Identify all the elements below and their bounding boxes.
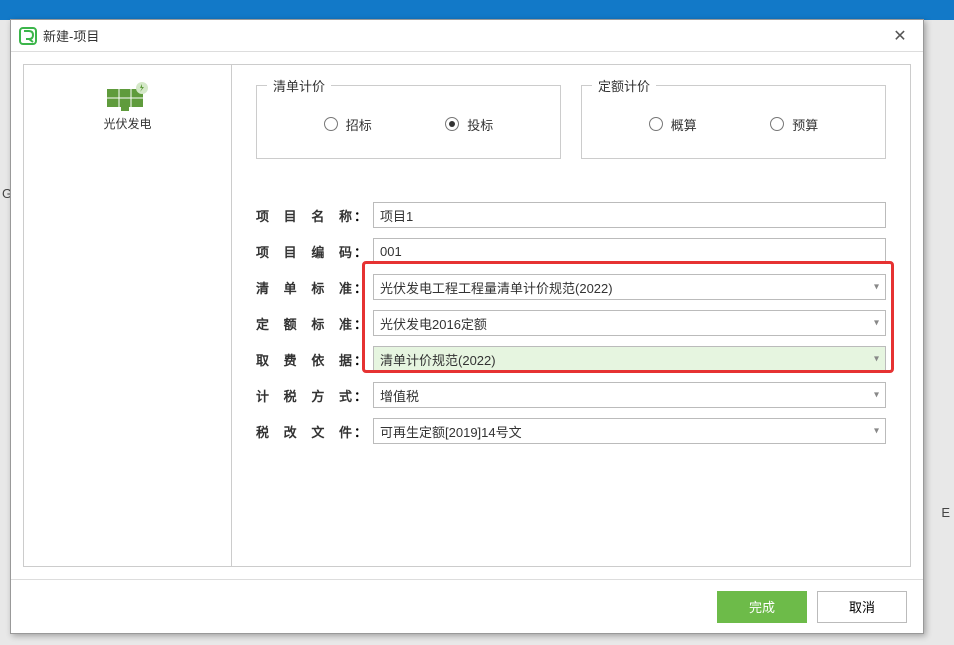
row-project-code: 项目编码： [256, 233, 886, 269]
radio-icon [445, 117, 459, 131]
project-type-sidebar: 光伏发电 [24, 65, 232, 566]
select-value: 光伏发电2016定额 [380, 314, 487, 333]
radio-budget[interactable]: 预算 [770, 115, 818, 134]
list-pricing-legend: 清单计价 [267, 76, 331, 95]
dialog-footer: 完成 取消 [11, 579, 923, 633]
close-icon: ✕ [893, 26, 906, 46]
select-value: 光伏发电工程工程量清单计价规范(2022) [380, 278, 613, 297]
form-fields: 项目名称： 项目编码： 清单标准： 光伏发电工程工程量清单计价规范(2022) … [256, 197, 886, 449]
radio-estimate[interactable]: 概算 [649, 115, 697, 134]
radio-label: 预算 [792, 115, 818, 134]
select-value: 可再生定额[2019]14号文 [380, 422, 522, 441]
chevron-down-icon: ▾ [874, 282, 879, 293]
radio-label: 概算 [671, 115, 697, 134]
label-fee-basis: 取费依据 [256, 350, 352, 369]
quota-pricing-fieldset: 定额计价 概算 预算 [581, 85, 886, 159]
radio-tender[interactable]: 招标 [324, 115, 372, 134]
titlebar: 新建-项目 ✕ [11, 20, 923, 52]
chevron-down-icon: ▾ [874, 390, 879, 401]
label-list-standard: 清单标准 [256, 278, 352, 297]
quota-pricing-legend: 定额计价 [592, 76, 656, 95]
input-project-name[interactable] [373, 202, 886, 228]
close-button[interactable]: ✕ [885, 24, 915, 48]
row-tax-document: 税改文件： 可再生定额[2019]14号文 ▾ [256, 413, 886, 449]
sidebar-item-photovoltaic[interactable]: 光伏发电 [88, 73, 168, 140]
cancel-button[interactable]: 取消 [817, 591, 907, 623]
label-tax-method: 计税方式 [256, 386, 352, 405]
chevron-down-icon: ▾ [874, 354, 879, 365]
radio-label: 招标 [346, 115, 372, 134]
chevron-down-icon: ▾ [874, 426, 879, 437]
label-project-code: 项目编码 [256, 242, 352, 261]
input-project-code[interactable] [373, 238, 886, 264]
pricing-fieldsets: 清单计价 招标 投标 定额计价 [256, 85, 886, 159]
chevron-down-icon: ▾ [874, 318, 879, 329]
bg-letter-e: E [941, 505, 950, 520]
list-pricing-fieldset: 清单计价 招标 投标 [256, 85, 561, 159]
new-project-dialog: 新建-项目 ✕ [10, 19, 924, 634]
row-list-standard: 清单标准： 光伏发电工程工程量清单计价规范(2022) ▾ [256, 269, 886, 305]
dialog-title: 新建-项目 [43, 26, 885, 45]
row-tax-method: 计税方式： 增值税 ▾ [256, 377, 886, 413]
dialog-body: 光伏发电 清单计价 招标 投标 [11, 52, 923, 579]
radio-bid[interactable]: 投标 [445, 115, 493, 134]
label-project-name: 项目名称 [256, 206, 352, 225]
main-form-area: 清单计价 招标 投标 定额计价 [232, 65, 910, 566]
background-app-header [0, 0, 954, 20]
radio-icon [324, 117, 338, 131]
select-list-standard[interactable]: 光伏发电工程工程量清单计价规范(2022) ▾ [373, 274, 886, 300]
content-frame: 光伏发电 清单计价 招标 投标 [23, 64, 911, 567]
label-tax-document: 税改文件 [256, 422, 352, 441]
radio-icon [649, 117, 663, 131]
label-quota-standard: 定额标准 [256, 314, 352, 333]
radio-icon [770, 117, 784, 131]
sidebar-item-label: 光伏发电 [103, 115, 151, 132]
confirm-button[interactable]: 完成 [717, 591, 807, 623]
select-tax-method[interactable]: 增值税 ▾ [373, 382, 886, 408]
row-quota-standard: 定额标准： 光伏发电2016定额 ▾ [256, 305, 886, 341]
select-fee-basis[interactable]: 清单计价规范(2022) ▾ [373, 346, 886, 372]
select-tax-document[interactable]: 可再生定额[2019]14号文 ▾ [373, 418, 886, 444]
select-value: 清单计价规范(2022) [380, 350, 496, 369]
select-value: 增值税 [380, 386, 419, 405]
solar-panel-icon [107, 81, 149, 111]
radio-label: 投标 [467, 115, 493, 134]
select-quota-standard[interactable]: 光伏发电2016定额 ▾ [373, 310, 886, 336]
row-project-name: 项目名称： [256, 197, 886, 233]
app-icon [19, 27, 37, 45]
row-fee-basis: 取费依据： 清单计价规范(2022) ▾ [256, 341, 886, 377]
